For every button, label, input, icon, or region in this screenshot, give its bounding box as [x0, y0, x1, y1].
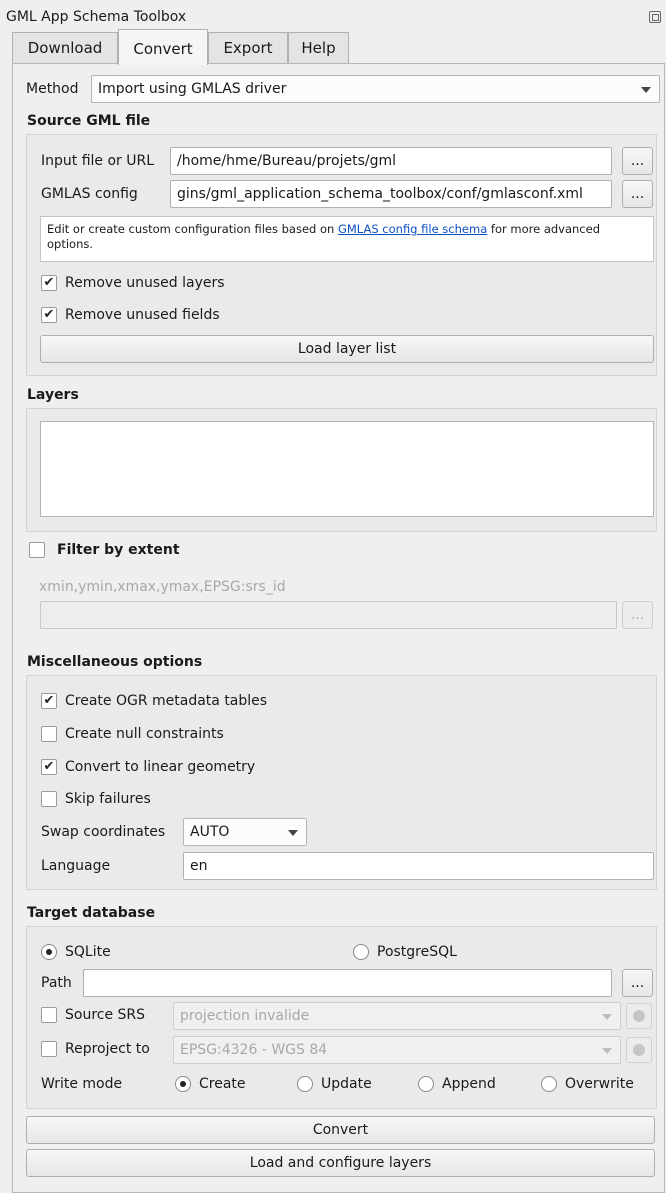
tab-convert[interactable]: Convert [118, 29, 208, 65]
layers-list[interactable] [40, 421, 654, 517]
language-field[interactable]: en [183, 852, 654, 880]
reproject-label: Reproject to [65, 1041, 150, 1057]
mode-overwrite-radio[interactable] [541, 1076, 557, 1092]
title-bar: GML App Schema Toolbox [0, 0, 666, 30]
remove-fields-checkbox[interactable]: ✔ [41, 307, 57, 323]
tab-help[interactable]: Help [288, 32, 349, 64]
target-section-title: Target database [27, 905, 156, 921]
mode-append-radio[interactable] [418, 1076, 434, 1092]
chevron-down-icon [641, 87, 651, 93]
swap-coordinates-label: Swap coordinates [41, 824, 166, 840]
reproject-checkbox[interactable] [41, 1041, 57, 1057]
method-combo[interactable]: Import using GMLAS driver [91, 75, 660, 103]
method-value: Import using GMLAS driver [98, 81, 287, 97]
info-text-before: Edit or create custom configuration file… [47, 222, 338, 236]
path-label: Path [41, 975, 72, 991]
swap-coordinates-value: AUTO [190, 824, 230, 840]
write-mode-label: Write mode [41, 1076, 123, 1092]
source-srs-value: projection invalide [180, 1008, 310, 1024]
ogr-metadata-checkbox[interactable]: ✔ [41, 693, 57, 709]
convert-pane: Method Import using GMLAS driver Source … [12, 63, 665, 1193]
load-layer-list-button[interactable]: Load layer list [40, 335, 654, 363]
linear-geometry-checkbox[interactable]: ✔ [41, 759, 57, 775]
convert-button[interactable]: Convert [26, 1116, 655, 1144]
sqlite-label: SQLite [65, 944, 111, 960]
reproject-combo[interactable]: EPSG:4326 - WGS 84 [173, 1036, 621, 1064]
path-field[interactable] [83, 969, 612, 997]
source-section-title: Source GML file [27, 113, 151, 129]
filter-extent-checkbox[interactable] [29, 542, 45, 558]
method-label: Method [26, 81, 79, 97]
reproject-globe-icon[interactable] [626, 1037, 652, 1063]
chevron-down-icon [602, 1014, 612, 1020]
path-browse-button[interactable]: ... [622, 969, 653, 997]
source-srs-combo[interactable]: projection invalide [173, 1002, 621, 1030]
mode-update-radio[interactable] [297, 1076, 313, 1092]
browse-input-button[interactable]: ... [622, 147, 653, 175]
null-constraints-label: Create null constraints [65, 726, 224, 742]
extent-field[interactable] [40, 601, 617, 629]
reproject-value: EPSG:4326 - WGS 84 [180, 1042, 328, 1058]
skip-failures-label: Skip failures [65, 791, 151, 807]
mode-overwrite-label: Overwrite [565, 1076, 634, 1092]
chevron-down-icon [602, 1048, 612, 1054]
undock-icon[interactable] [649, 11, 661, 23]
misc-section-title: Miscellaneous options [27, 654, 203, 670]
skip-failures-checkbox[interactable] [41, 791, 57, 807]
null-constraints-checkbox[interactable] [41, 726, 57, 742]
language-label: Language [41, 858, 111, 874]
source-srs-checkbox[interactable] [41, 1007, 57, 1023]
remove-layers-label: Remove unused layers [65, 275, 225, 291]
postgresql-label: PostgreSQL [377, 944, 457, 960]
gmlas-config-label: GMLAS config [41, 186, 138, 202]
input-file-label: Input file or URL [41, 153, 155, 169]
extent-browse-button[interactable]: ... [622, 601, 653, 629]
load-configure-layers-button[interactable]: Load and configure layers [26, 1149, 655, 1177]
source-srs-globe-icon[interactable] [626, 1003, 652, 1029]
gmlas-schema-link[interactable]: GMLAS config file schema [338, 222, 487, 236]
mode-create-label: Create [199, 1076, 246, 1092]
misc-group: ✔ Create OGR metadata tables Create null… [26, 675, 657, 890]
config-info-box: Edit or create custom configuration file… [40, 216, 654, 262]
browse-config-button[interactable]: ... [622, 180, 653, 208]
tab-download[interactable]: Download [12, 32, 118, 64]
tab-export[interactable]: Export [208, 32, 288, 64]
swap-coordinates-combo[interactable]: AUTO [183, 818, 307, 846]
ogr-metadata-label: Create OGR metadata tables [65, 693, 268, 709]
postgresql-radio[interactable] [353, 944, 369, 960]
layers-group [26, 408, 657, 532]
gmlas-config-field[interactable]: gins/gml_application_schema_toolbox/conf… [170, 180, 612, 208]
source-group: Input file or URL /home/hme/Bureau/proje… [26, 134, 657, 376]
sqlite-radio[interactable] [41, 944, 57, 960]
filter-extent-title: Filter by extent [57, 542, 180, 558]
source-srs-label: Source SRS [65, 1007, 146, 1023]
input-file-field[interactable]: /home/hme/Bureau/projets/gml [170, 147, 612, 175]
mode-update-label: Update [321, 1076, 372, 1092]
linear-geometry-label: Convert to linear geometry [65, 759, 256, 775]
mode-append-label: Append [442, 1076, 496, 1092]
window-title: GML App Schema Toolbox [6, 9, 187, 25]
layers-section-title: Layers [27, 387, 79, 403]
remove-layers-checkbox[interactable]: ✔ [41, 275, 57, 291]
mode-create-radio[interactable] [175, 1076, 191, 1092]
target-group: SQLite PostgreSQL Path ... Source SRS pr… [26, 926, 657, 1109]
remove-fields-label: Remove unused fields [65, 307, 220, 323]
chevron-down-icon [288, 830, 298, 836]
extent-hint: xmin,ymin,xmax,ymax,EPSG:srs_id [39, 579, 286, 595]
